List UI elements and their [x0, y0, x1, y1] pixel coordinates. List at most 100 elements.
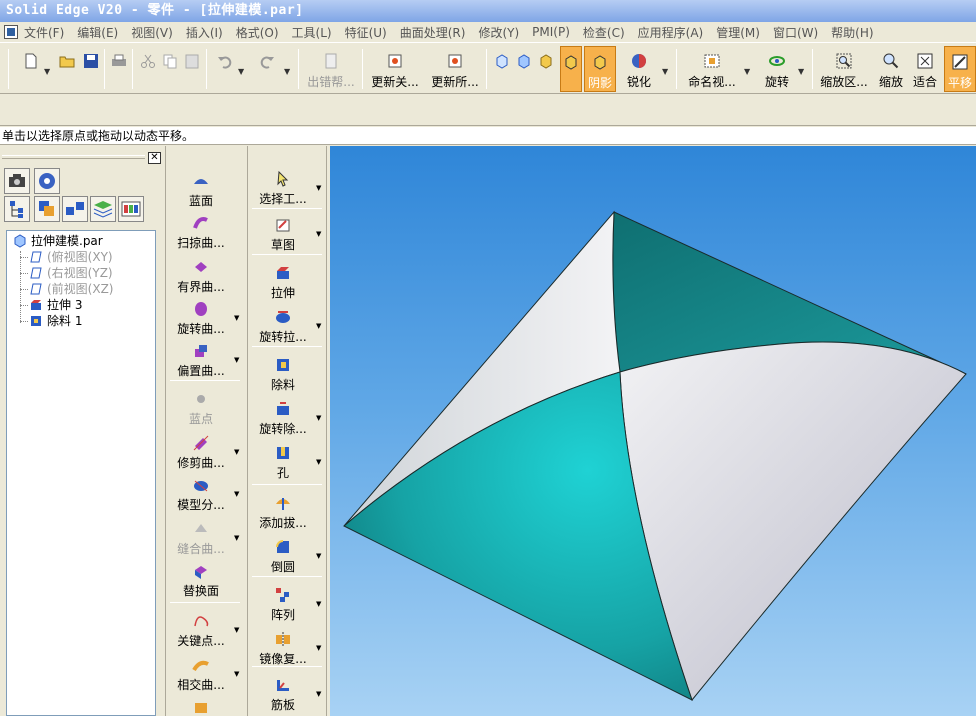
menu-format[interactable]: 格式(O)	[236, 24, 279, 41]
shaded-edges-button[interactable]	[560, 46, 582, 92]
swept-surface-button[interactable]: 扫掠曲...	[166, 210, 244, 252]
menu-file[interactable]: 文件(F)	[24, 24, 64, 41]
paste-button[interactable]	[182, 46, 202, 92]
error-help-button[interactable]: 出错帮...	[304, 46, 358, 92]
offset-surface-button[interactable]: 偏置曲... ▼	[166, 338, 244, 380]
chevron-down-icon[interactable]: ▼	[234, 534, 239, 542]
rotate-button[interactable]: 旋转	[760, 46, 794, 92]
part-model[interactable]	[330, 146, 976, 716]
zoom-button[interactable]: 缩放	[876, 46, 906, 92]
named-view-button[interactable]: 命名视...	[684, 46, 740, 92]
edgebar-tab-sensor[interactable]	[4, 168, 30, 194]
chevron-down-icon[interactable]: ▼	[238, 67, 244, 76]
menu-view[interactable]: 视图(V)	[131, 24, 173, 41]
tree-item-extrude[interactable]: 拉伸 3	[29, 297, 82, 313]
extrude-button[interactable]: 拉伸	[248, 260, 326, 302]
select-tool-button[interactable]: 选择工... ▼	[248, 166, 326, 208]
tree-root[interactable]: 拉伸建模.par	[13, 233, 103, 249]
fit-button[interactable]: 适合	[910, 46, 940, 92]
chevron-down-icon[interactable]: ▼	[234, 490, 239, 498]
chevron-down-icon[interactable]: ▼	[316, 184, 321, 192]
edgebar-tab-sensors[interactable]	[118, 196, 144, 222]
rib-button[interactable]: 筋板 ▼	[248, 672, 326, 714]
chevron-down-icon[interactable]: ▼	[234, 626, 239, 634]
replace-face-button[interactable]: 替换面	[166, 558, 244, 600]
drag-grip[interactable]	[2, 155, 145, 159]
chevron-down-icon[interactable]: ▼	[316, 322, 321, 330]
menu-applications[interactable]: 应用程序(A)	[638, 24, 704, 41]
mirror-copy-button[interactable]: 镜像复... ▼	[248, 626, 326, 668]
menu-window[interactable]: 窗口(W)	[773, 24, 818, 41]
chevron-down-icon[interactable]: ▼	[316, 644, 321, 652]
zoom-area-button[interactable]: 缩放区...	[818, 46, 870, 92]
chevron-down-icon[interactable]: ▼	[662, 67, 668, 76]
chevron-down-icon[interactable]: ▼	[44, 67, 50, 76]
menu-inspect[interactable]: 检查(C)	[583, 24, 625, 41]
chevron-down-icon[interactable]: ▼	[234, 448, 239, 456]
redo-button[interactable]	[256, 46, 278, 92]
copy-button[interactable]	[160, 46, 180, 92]
cutout-button[interactable]: 除料	[248, 352, 326, 394]
bluesurf-button[interactable]: 蓝面	[166, 168, 244, 210]
chevron-down-icon[interactable]: ▼	[744, 67, 750, 76]
bounded-surface-button[interactable]: 有界曲...	[166, 254, 244, 296]
round-button[interactable]: 倒圆 ▼	[248, 534, 326, 576]
open-button[interactable]	[56, 46, 78, 92]
chevron-down-icon[interactable]: ▼	[234, 670, 239, 678]
edgebar-tab-layers[interactable]	[34, 196, 60, 222]
print-button[interactable]	[108, 46, 130, 92]
chevron-down-icon[interactable]: ▼	[316, 600, 321, 608]
more-surface-button[interactable]	[166, 694, 244, 716]
chevron-down-icon[interactable]: ▼	[234, 356, 239, 364]
draft-button[interactable]: 添加拔...	[248, 490, 326, 532]
menu-edit[interactable]: 编辑(E)	[77, 24, 118, 41]
chevron-down-icon[interactable]: ▼	[284, 67, 290, 76]
save-button[interactable]	[80, 46, 102, 92]
tree-item-top-plane[interactable]: (俯视图(XY)	[29, 249, 113, 265]
chevron-down-icon[interactable]: ▼	[316, 458, 321, 466]
trim-surface-button[interactable]: 修剪曲... ▼	[166, 430, 244, 472]
sketch-button[interactable]: 草图 ▼	[248, 212, 326, 254]
chevron-down-icon[interactable]: ▼	[316, 690, 321, 698]
app-icon[interactable]	[4, 25, 18, 39]
split-body-button[interactable]: 模型分... ▼	[166, 472, 244, 514]
intersection-curve-button[interactable]: 相交曲... ▼	[166, 652, 244, 694]
sharpen-button[interactable]: 锐化	[622, 46, 656, 92]
bluedot-button[interactable]: 蓝点	[166, 386, 244, 428]
chevron-down-icon[interactable]: ▼	[234, 314, 239, 322]
close-icon[interactable]: ✕	[148, 152, 161, 164]
shaded-button[interactable]: 阴影	[584, 46, 616, 92]
revolved-protrusion-button[interactable]: 旋转拉... ▼	[248, 304, 326, 346]
menu-manage[interactable]: 管理(M)	[716, 24, 760, 41]
update-all-button[interactable]: 更新所...	[428, 46, 482, 92]
menu-help[interactable]: 帮助(H)	[831, 24, 873, 41]
menu-surfacing[interactable]: 曲面处理(R)	[400, 24, 466, 41]
pattern-button[interactable]: 阵列 ▼	[248, 582, 326, 624]
view-visible-button[interactable]	[536, 46, 556, 92]
tree-item-right-plane[interactable]: (右视图(YZ)	[29, 265, 113, 281]
tree-item-cutout[interactable]: 除料 1	[29, 313, 82, 329]
keypoint-curve-button[interactable]: 关键点... ▼	[166, 608, 244, 650]
edgebar-tab-family[interactable]	[62, 196, 88, 222]
pan-button[interactable]: 平移	[944, 46, 976, 92]
new-button[interactable]	[20, 46, 42, 92]
view-hidden-button[interactable]	[514, 46, 534, 92]
hole-button[interactable]: 孔 ▼	[248, 440, 326, 482]
chevron-down-icon[interactable]: ▼	[798, 67, 804, 76]
edgebar-tab-settings[interactable]	[34, 168, 60, 194]
menu-features[interactable]: 特征(U)	[345, 24, 387, 41]
undo-button[interactable]	[214, 46, 236, 92]
revolved-surface-button[interactable]: 旋转曲... ▼	[166, 296, 244, 338]
tree-item-front-plane[interactable]: (前视图(XZ)	[29, 281, 114, 297]
menu-pmi[interactable]: PMI(P)	[532, 25, 570, 39]
stitch-surface-button[interactable]: 缝合曲... ▼	[166, 516, 244, 558]
chevron-down-icon[interactable]: ▼	[316, 414, 321, 422]
menu-insert[interactable]: 插入(I)	[186, 24, 223, 41]
view-iso-button[interactable]	[492, 46, 512, 92]
graphics-viewport[interactable]	[330, 146, 976, 716]
menu-modify[interactable]: 修改(Y)	[478, 24, 519, 41]
chevron-down-icon[interactable]: ▼	[316, 230, 321, 238]
cut-button[interactable]	[138, 46, 158, 92]
edgebar-tab-pathfinder[interactable]	[4, 196, 30, 222]
update-related-button[interactable]: 更新关...	[368, 46, 422, 92]
